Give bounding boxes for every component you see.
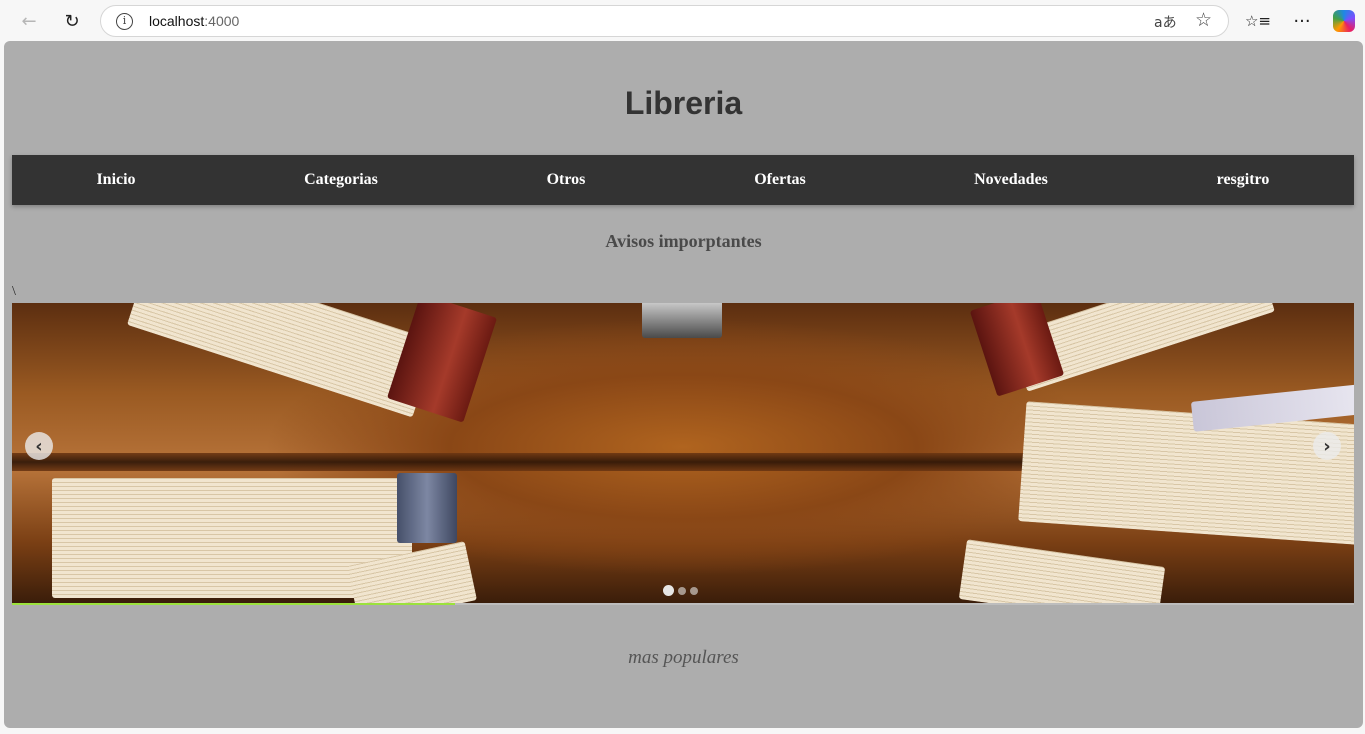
- reload-icon[interactable]: ↻: [57, 6, 87, 36]
- address-bar[interactable]: i localhost:4000 aあ ☆: [100, 5, 1229, 37]
- url-text: localhost:4000: [149, 13, 239, 29]
- carousel-prev-button[interactable]: ‹: [25, 432, 53, 460]
- browser-toolbar: ← ↻ i localhost:4000 aあ ☆ ☆≡ ···: [0, 0, 1365, 41]
- copilot-icon: [1333, 10, 1355, 32]
- translate-icon[interactable]: aあ: [1154, 12, 1177, 32]
- copilot-button[interactable]: [1329, 6, 1359, 36]
- main-navbar: Inicio Categorias Otros Ofertas Novedade…: [12, 155, 1354, 205]
- carousel-progress-bar: [12, 603, 1354, 605]
- url-host: localhost: [149, 13, 205, 29]
- notice-heading: Avisos imporptantes: [605, 231, 762, 251]
- favorites-icon[interactable]: ☆≡: [1243, 6, 1273, 36]
- image-carousel[interactable]: ‹ ›: [12, 303, 1354, 603]
- nav-item-ofertas[interactable]: Ofertas: [754, 171, 806, 189]
- back-arrow-icon[interactable]: ←: [14, 6, 44, 36]
- site-title: Libreria: [624, 85, 743, 121]
- nav-item-categorias[interactable]: Categorias: [304, 171, 378, 189]
- carousel-slide-image: [12, 303, 1354, 603]
- star-icon[interactable]: ☆: [1195, 9, 1212, 31]
- carousel-dot-2[interactable]: [678, 586, 686, 595]
- url-port: :4000: [204, 13, 240, 29]
- carousel-progress-fill: [12, 603, 455, 605]
- info-icon[interactable]: i: [116, 13, 133, 30]
- nav-item-registro[interactable]: resgitro: [1217, 171, 1270, 189]
- carousel-next-button[interactable]: ›: [1313, 432, 1341, 460]
- carousel-dot-1[interactable]: [663, 585, 674, 596]
- stray-text: \: [12, 284, 16, 299]
- section-title-popular: mas populares: [628, 647, 739, 668]
- carousel-dot-3[interactable]: [690, 586, 698, 595]
- carousel-indicators: [663, 585, 698, 596]
- nav-item-inicio[interactable]: Inicio: [96, 171, 135, 189]
- web-page: Libreria Inicio Categorias Otros Ofertas…: [4, 41, 1363, 728]
- nav-item-otros[interactable]: Otros: [547, 171, 586, 189]
- nav-item-novedades[interactable]: Novedades: [974, 171, 1048, 189]
- more-icon[interactable]: ···: [1287, 6, 1317, 36]
